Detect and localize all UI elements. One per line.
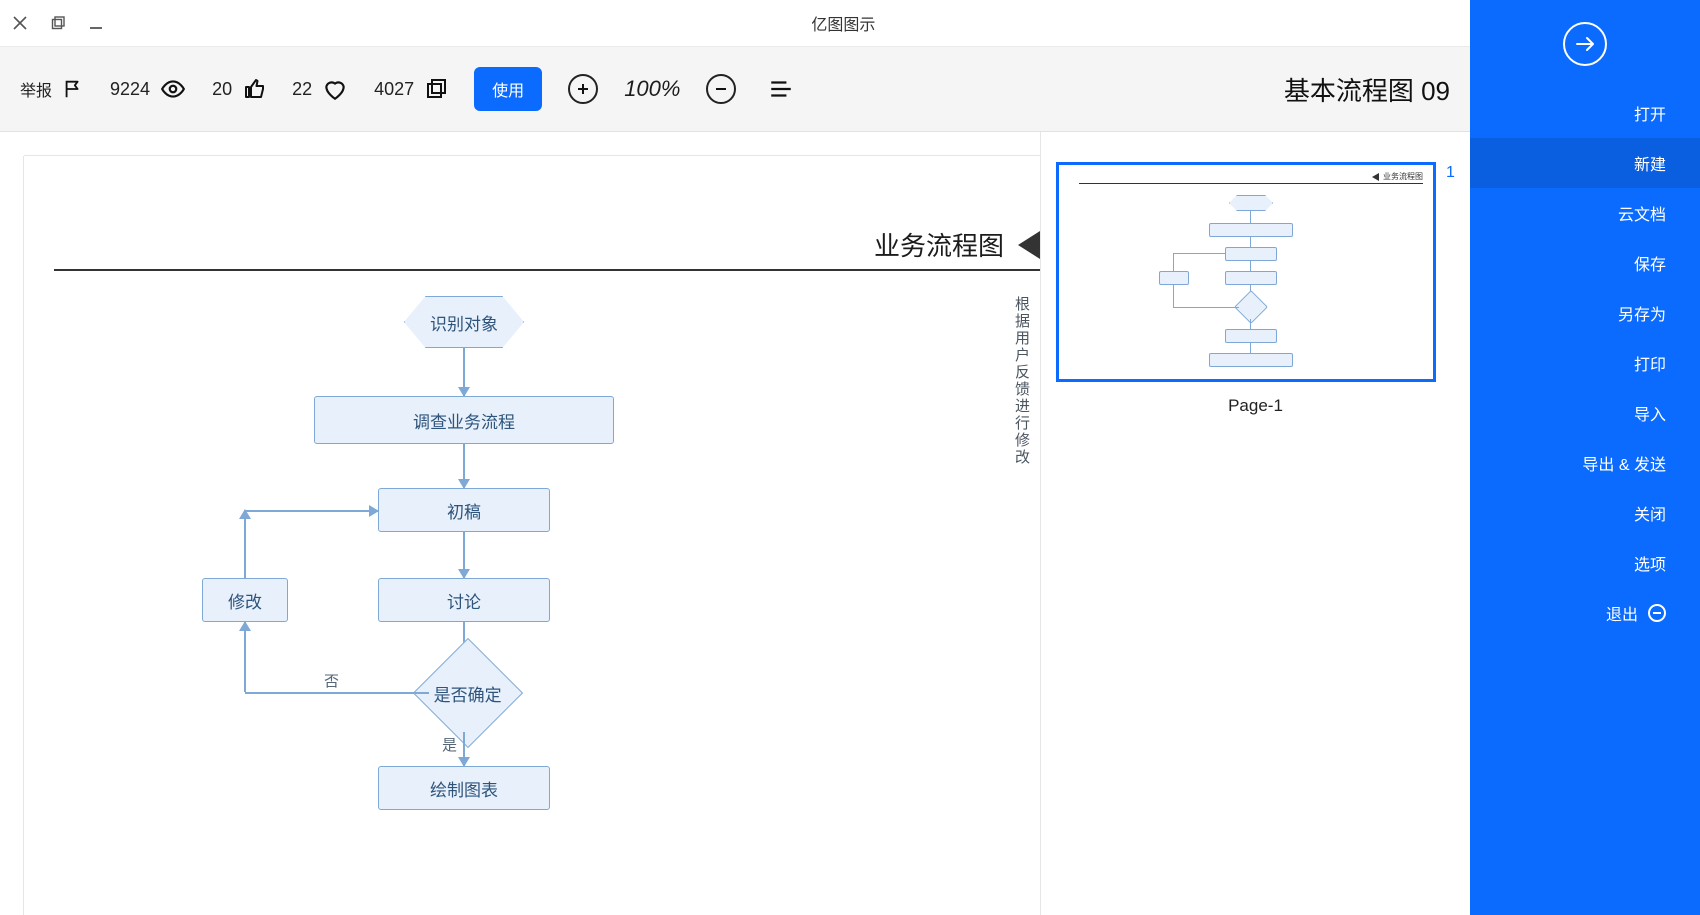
thumbs-count: 20 xyxy=(212,79,232,100)
file-menu-print[interactable]: 打印 xyxy=(1470,338,1700,388)
edge-check-chart xyxy=(463,732,465,766)
thumbs-up-icon xyxy=(242,77,266,101)
file-menu-save[interactable]: 保存 xyxy=(1470,238,1700,288)
file-menu-import[interactable]: 导入 xyxy=(1470,388,1700,438)
file-menu-open[interactable]: 打开 xyxy=(1470,88,1700,138)
heart-icon xyxy=(322,76,348,102)
use-label: 使用 xyxy=(492,83,524,100)
zoom-level: 100% xyxy=(624,76,680,102)
node-chart[interactable]: 绘制图表 xyxy=(378,766,550,810)
likes-count: 22 xyxy=(292,79,312,100)
outline-toggle-icon[interactable] xyxy=(768,76,794,102)
edge-modify-up xyxy=(244,510,246,578)
report-label: 举报 xyxy=(20,77,52,101)
pages-panel: 业务流程图 xyxy=(1040,132,1470,915)
file-menu-exit[interactable]: 退出 xyxy=(1470,588,1700,638)
window-minimize-button[interactable] xyxy=(88,15,104,31)
thumb-node xyxy=(1225,329,1277,343)
document-title: 基本流程图 09 xyxy=(1284,71,1450,108)
thumb-node xyxy=(1229,195,1273,211)
diagram-title: 业务流程图 xyxy=(874,226,1004,263)
thumb-node xyxy=(1209,223,1293,237)
exit-icon xyxy=(1648,604,1666,622)
file-menu-options[interactable]: 选项 xyxy=(1470,538,1700,588)
title-marker-icon xyxy=(1018,231,1040,259)
edge-up-to-modify xyxy=(244,622,246,692)
main-area: 业务流程图 根据用户反馈进行修改 识别对象 调查业务流程 初稿 xyxy=(0,132,1470,915)
edge-check-left xyxy=(245,692,429,694)
node-modify[interactable]: 修改 xyxy=(202,578,288,622)
arrow-start-investigate xyxy=(463,348,465,396)
likes-group[interactable]: 22 xyxy=(292,76,348,102)
node-check[interactable]: 是否确定 xyxy=(413,638,523,748)
report-group[interactable]: 举报 xyxy=(20,77,84,101)
copies-group: 4027 xyxy=(374,77,448,101)
file-menu-new[interactable]: 新建 xyxy=(1470,138,1700,188)
page-index: 1 xyxy=(1446,164,1455,182)
zoom-out-button[interactable] xyxy=(706,74,736,104)
diagram-canvas[interactable]: 业务流程图 根据用户反馈进行修改 识别对象 调查业务流程 初稿 xyxy=(0,132,1040,915)
thumbs-group[interactable]: 20 xyxy=(212,77,266,101)
app-title: 亿图图示 xyxy=(104,11,1583,35)
file-menu-export[interactable]: 导出 & 发送 xyxy=(1470,438,1700,488)
file-menu-back xyxy=(1470,0,1700,88)
diagram-title-row: 业务流程图 xyxy=(54,226,1040,271)
arrow-draft-discuss xyxy=(463,532,465,578)
file-menu-cloud[interactable]: 云文档 xyxy=(1470,188,1700,238)
thumb-node xyxy=(1225,247,1277,261)
window-close-button[interactable] xyxy=(12,15,28,31)
thumb-node xyxy=(1234,290,1268,324)
thumb-title: 业务流程图 xyxy=(1372,171,1423,182)
template-toolbar: 举报 9224 20 22 4027 使用 100% xyxy=(0,46,1470,132)
edge-yes-label: 是 xyxy=(442,734,457,755)
file-menu-close[interactable]: 关闭 xyxy=(1470,488,1700,538)
file-menu-panel: 打开 新建 云文档 保存 另存为 打印 导入 导出 & 发送 关闭 选项 退出 xyxy=(1470,0,1700,915)
views-count: 9224 xyxy=(110,79,150,100)
thumb-node xyxy=(1209,353,1293,367)
flag-icon xyxy=(62,78,84,100)
eye-icon xyxy=(160,76,186,102)
copy-icon xyxy=(424,77,448,101)
diagram-side-note: 根据用户反馈进行修改 xyxy=(1011,296,1032,466)
copies-count: 4027 xyxy=(374,79,414,100)
file-menu-saveas[interactable]: 另存为 xyxy=(1470,288,1700,338)
zoom-in-button[interactable] xyxy=(568,74,598,104)
window-maximize-button[interactable] xyxy=(50,15,66,31)
page-label: Page-1 xyxy=(1228,396,1283,416)
use-template-button[interactable]: 使用 xyxy=(474,67,542,111)
node-draft[interactable]: 初稿 xyxy=(378,488,550,532)
node-start[interactable]: 识别对象 xyxy=(404,296,524,348)
page-thumbnail[interactable]: 业务流程图 xyxy=(1056,162,1436,382)
thumb-title-underline xyxy=(1079,183,1423,184)
edge-modify-to-draft xyxy=(244,510,378,512)
back-button[interactable] xyxy=(1563,22,1607,66)
edge-no-label: 否 xyxy=(324,670,339,691)
flowchart: 业务流程图 根据用户反馈进行修改 识别对象 调查业务流程 初稿 xyxy=(24,156,1040,915)
node-discuss[interactable]: 讨论 xyxy=(378,578,550,622)
views-group: 9224 xyxy=(110,76,186,102)
thumb-node xyxy=(1159,271,1189,285)
thumb-node xyxy=(1225,271,1277,285)
arrow-investigate-draft xyxy=(463,444,465,488)
title-bar: 亿图图示 VIP xyxy=(0,0,1700,46)
node-investigate[interactable]: 调查业务流程 xyxy=(314,396,614,444)
